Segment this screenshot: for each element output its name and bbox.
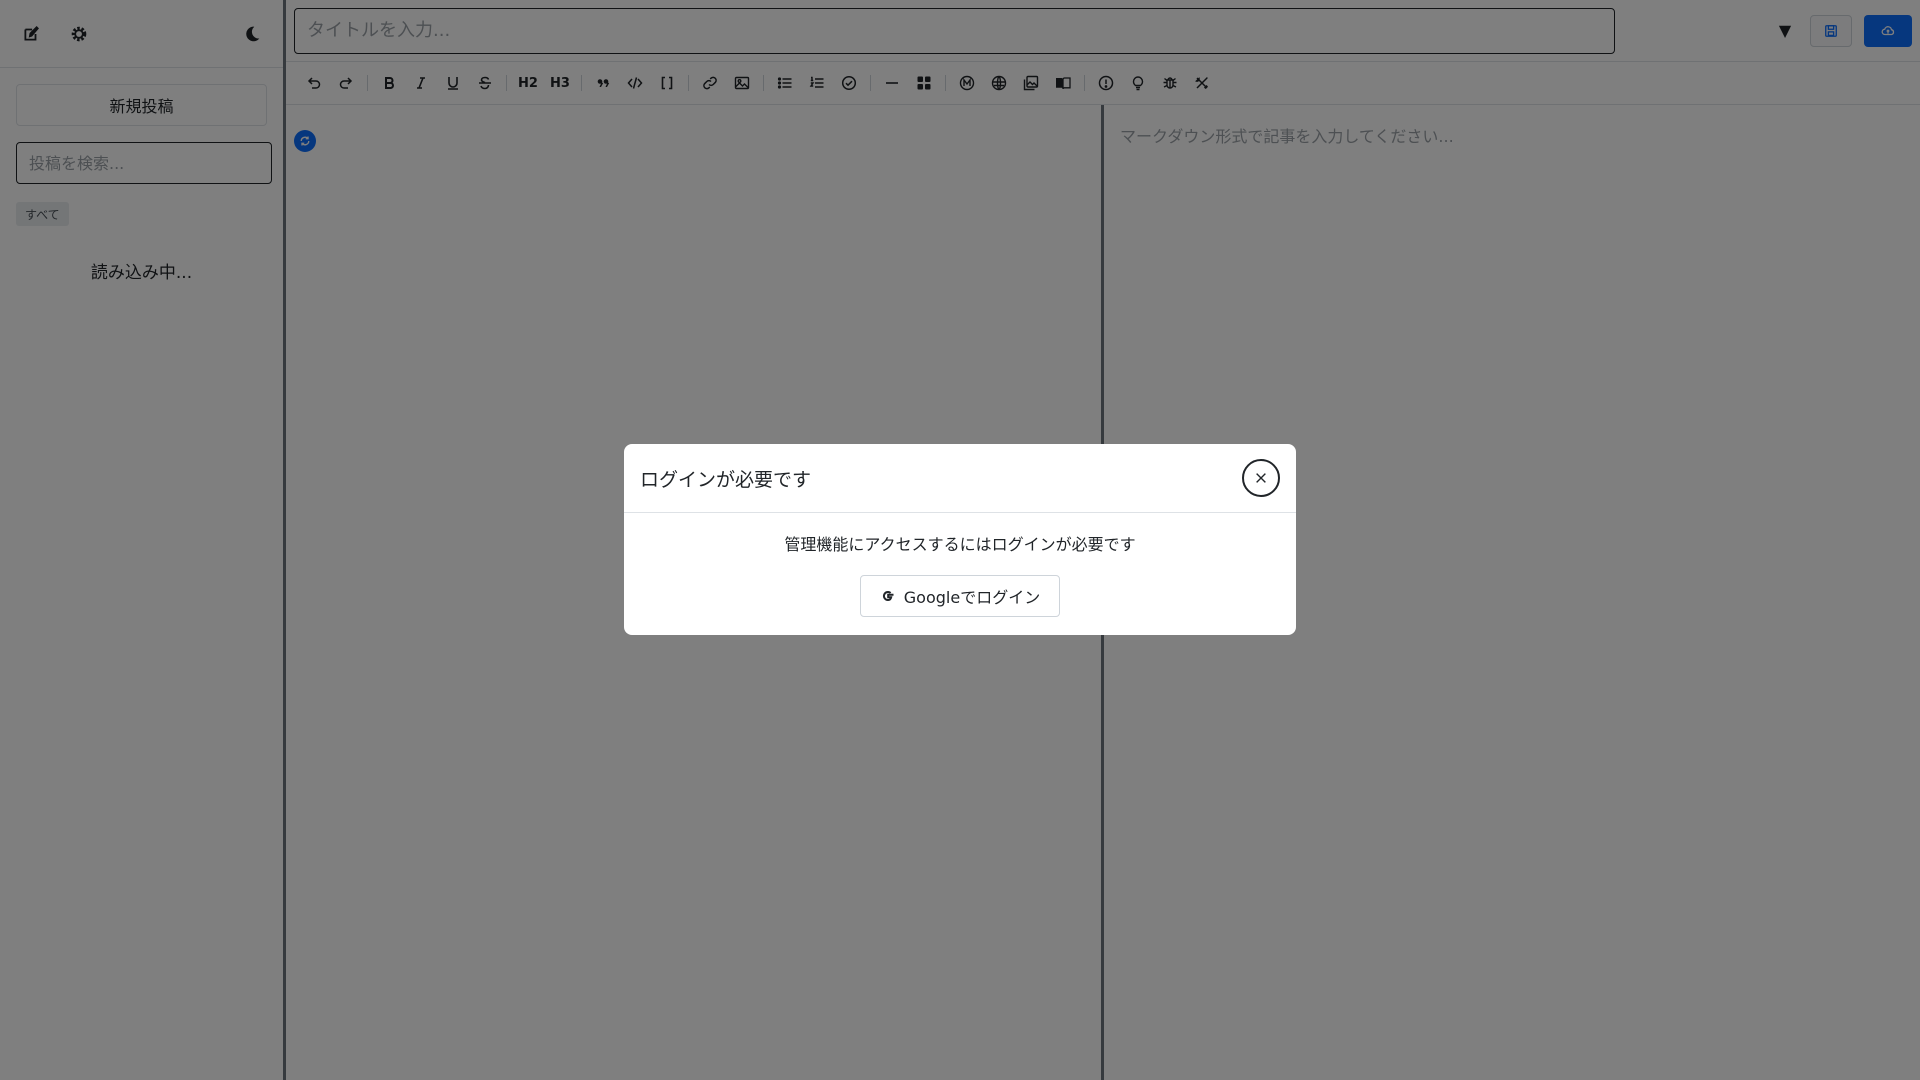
close-button[interactable] — [1242, 459, 1280, 497]
login-modal: ログインが必要です 管理機能にアクセスするにはログインが必要です Googleで… — [624, 444, 1296, 635]
app: 新規投稿 すべて 読み込み中... ▼ H2 H3 — [0, 0, 1920, 1080]
modal-header: ログインが必要です — [624, 444, 1296, 513]
google-login-label: Googleでログイン — [903, 588, 1041, 607]
google-login-button[interactable]: Googleでログイン — [860, 575, 1060, 617]
modal-body: 管理機能にアクセスするにはログインが必要です Googleでログイン — [624, 513, 1296, 617]
google-icon — [882, 591, 894, 602]
modal-message: 管理機能にアクセスするにはログインが必要です — [784, 535, 1136, 554]
close-icon — [1256, 473, 1266, 483]
modal-title: ログインが必要です — [640, 468, 812, 491]
